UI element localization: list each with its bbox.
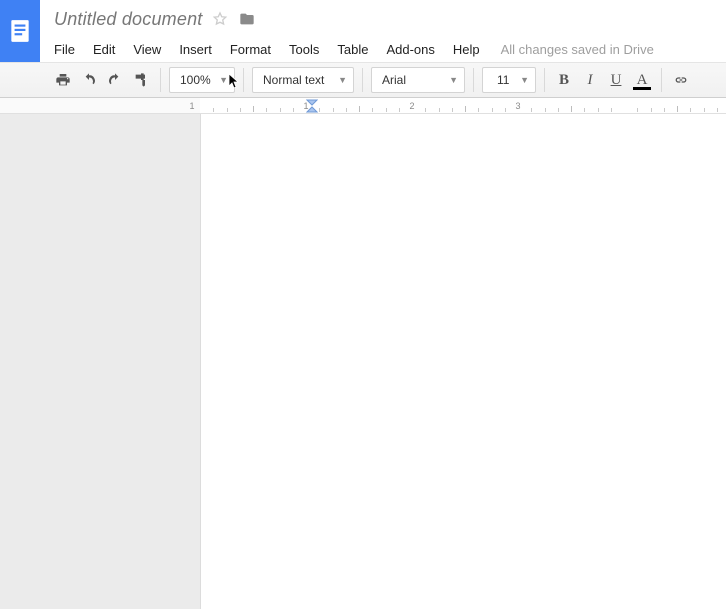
toolbar-separator — [473, 68, 474, 92]
toolbar-separator — [544, 68, 545, 92]
ruler[interactable]: 1 2 3 1 — [0, 98, 726, 114]
docs-logo[interactable] — [0, 0, 40, 62]
toolbar-separator — [243, 68, 244, 92]
menu-format[interactable]: Format — [221, 38, 280, 61]
ruler-tick — [637, 108, 638, 112]
ruler-tick — [319, 108, 320, 112]
title-row: Untitled document — [54, 6, 726, 32]
save-status: All changes saved in Drive — [501, 38, 654, 61]
ruler-tick — [227, 108, 228, 112]
ruler-tick — [399, 108, 400, 112]
paragraph-style-combo[interactable]: Normal text ▼ — [252, 67, 354, 93]
ruler-tick — [359, 106, 360, 112]
toolbar: 100% ▼ Normal text ▼ Arial ▼ 11 ▼ B I U … — [0, 62, 726, 98]
ruler-tick — [213, 108, 214, 112]
font-size-combo[interactable]: 11 ▼ — [482, 67, 536, 93]
text-color-button[interactable]: A — [629, 67, 655, 93]
italic-button[interactable]: I — [577, 67, 603, 93]
ruler-tick — [465, 106, 466, 112]
chevron-down-icon: ▼ — [449, 75, 458, 85]
print-button[interactable] — [50, 67, 76, 93]
ruler-tick — [717, 108, 718, 112]
ruler-tick — [611, 108, 612, 112]
toolbar-separator — [160, 68, 161, 92]
menu-file[interactable]: File — [54, 38, 84, 61]
ruler-tick — [346, 108, 347, 112]
undo-button[interactable] — [76, 67, 102, 93]
menu-bar: File Edit View Insert Format Tools Table… — [54, 38, 726, 61]
ruler-tick — [492, 108, 493, 112]
ruler-tick — [478, 108, 479, 112]
ruler-tick — [240, 108, 241, 112]
font-size-value: 11 — [497, 73, 509, 87]
ruler-tick — [253, 106, 254, 112]
insert-link-button[interactable] — [668, 67, 694, 93]
menu-insert[interactable]: Insert — [170, 38, 221, 61]
ruler-tick — [452, 108, 453, 112]
font-combo[interactable]: Arial ▼ — [371, 67, 465, 93]
redo-button[interactable] — [102, 67, 128, 93]
ruler-tick — [545, 108, 546, 112]
header: Untitled document File Edit View Insert … — [0, 0, 726, 62]
ruler-tick — [386, 108, 387, 112]
ruler-tick — [571, 106, 572, 112]
ruler-tick — [425, 108, 426, 112]
document-page[interactable] — [200, 114, 726, 609]
folder-icon[interactable] — [238, 11, 256, 27]
menu-view[interactable]: View — [124, 38, 170, 61]
ruler-label: 1 — [303, 101, 308, 111]
menu-edit[interactable]: Edit — [84, 38, 124, 61]
document-title[interactable]: Untitled document — [54, 9, 202, 30]
chevron-down-icon: ▼ — [520, 75, 529, 85]
paint-format-button[interactable] — [128, 67, 154, 93]
toolbar-separator — [362, 68, 363, 92]
ruler-tick — [505, 108, 506, 112]
toolbar-group-text: B I U A — [551, 63, 655, 97]
ruler-tick — [531, 108, 532, 112]
underline-button[interactable]: U — [603, 67, 629, 93]
ruler-tick — [704, 108, 705, 112]
zoom-combo[interactable]: 100% ▼ — [169, 67, 235, 93]
ruler-tick — [280, 108, 281, 112]
ruler-tick — [372, 108, 373, 112]
ruler-tick — [584, 108, 585, 112]
ruler-track: 1231 — [200, 98, 726, 113]
star-icon[interactable] — [212, 11, 228, 27]
ruler-tick — [651, 108, 652, 112]
menu-help[interactable]: Help — [444, 38, 489, 61]
menu-tools[interactable]: Tools — [280, 38, 328, 61]
ruler-tick — [677, 106, 678, 112]
toolbar-group-link — [668, 63, 694, 97]
title-area: Untitled document File Edit View Insert … — [40, 0, 726, 61]
toolbar-group-actions — [50, 63, 154, 97]
toolbar-separator — [661, 68, 662, 92]
menu-table[interactable]: Table — [328, 38, 377, 61]
ruler-tick — [266, 108, 267, 112]
font-value: Arial — [382, 73, 406, 87]
docs-logo-icon — [7, 18, 33, 44]
workspace — [0, 114, 726, 609]
paragraph-style-value: Normal text — [263, 73, 324, 87]
ruler-tick — [333, 108, 334, 112]
cursor-icon — [228, 73, 240, 92]
ruler-tick — [664, 108, 665, 112]
zoom-value: 100% — [180, 73, 211, 87]
bold-button[interactable]: B — [551, 67, 577, 93]
ruler-tick — [293, 108, 294, 112]
ruler-tick — [558, 108, 559, 112]
ruler-label: 1 — [189, 101, 194, 111]
ruler-tick — [598, 108, 599, 112]
chevron-down-icon: ▼ — [219, 75, 228, 85]
menu-addons[interactable]: Add-ons — [377, 38, 443, 61]
ruler-label: 2 — [409, 101, 414, 111]
ruler-tick — [439, 108, 440, 112]
chevron-down-icon: ▼ — [338, 75, 347, 85]
ruler-tick — [690, 108, 691, 112]
ruler-label: 3 — [515, 101, 520, 111]
